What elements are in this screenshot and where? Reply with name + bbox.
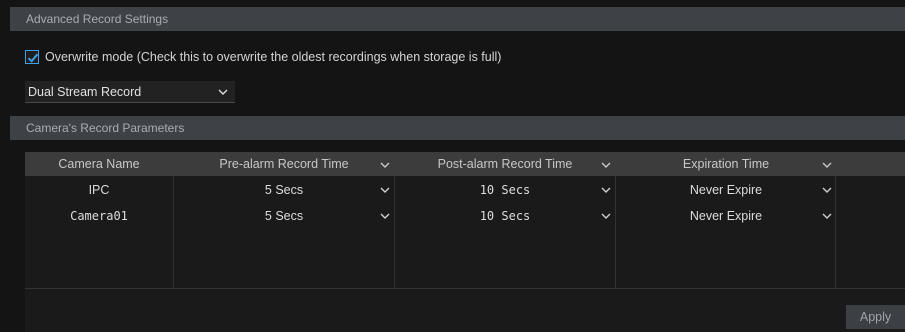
chevron-down-icon bbox=[218, 89, 228, 95]
camera-name-cell: IPC bbox=[88, 183, 110, 197]
chevron-down-icon[interactable] bbox=[380, 213, 390, 219]
pre-alarm-select[interactable]: 5 Secs bbox=[174, 209, 394, 223]
overwrite-mode-checkbox[interactable] bbox=[25, 50, 39, 64]
column-header-post-alarm: Post-alarm Record Time bbox=[437, 157, 573, 171]
chevron-down-icon[interactable] bbox=[822, 187, 832, 193]
apply-button[interactable]: Apply bbox=[846, 305, 905, 329]
check-icon bbox=[27, 53, 39, 63]
column-header-camera-name: Camera Name bbox=[58, 157, 140, 171]
section-title: Camera's Record Parameters bbox=[26, 121, 185, 135]
chevron-down-icon[interactable] bbox=[822, 213, 832, 219]
post-alarm-select[interactable]: 10 Secs bbox=[395, 209, 615, 223]
section-header-camera-record-parameters: Camera's Record Parameters bbox=[10, 116, 905, 140]
table-header-row: Camera Name Pre-alarm Record Time Post-a… bbox=[25, 152, 905, 176]
column-header-expiration: Expiration Time bbox=[682, 157, 770, 171]
table-bottom-border bbox=[25, 288, 905, 289]
camera-record-table: Camera Name Pre-alarm Record Time Post-a… bbox=[25, 152, 905, 332]
chevron-down-icon[interactable] bbox=[601, 162, 611, 168]
chevron-down-icon[interactable] bbox=[380, 187, 390, 193]
chevron-down-icon[interactable] bbox=[601, 187, 611, 193]
chevron-down-icon[interactable] bbox=[601, 213, 611, 219]
expiration-select[interactable]: Never Expire bbox=[616, 209, 836, 223]
post-alarm-select[interactable]: 10 Secs bbox=[395, 183, 615, 197]
overwrite-mode-label: Overwrite mode (Check this to overwrite … bbox=[45, 50, 502, 64]
stream-record-value: Dual Stream Record bbox=[28, 85, 142, 99]
camera-name-cell: Camera01 bbox=[70, 209, 128, 223]
chevron-down-icon[interactable] bbox=[822, 162, 832, 168]
stream-record-select[interactable]: Dual Stream Record bbox=[25, 81, 235, 103]
chevron-down-icon[interactable] bbox=[380, 162, 390, 168]
table-row: IPC 5 Secs 10 Secs Never Expire bbox=[25, 178, 905, 202]
pre-alarm-select[interactable]: 5 Secs bbox=[174, 183, 394, 197]
expiration-select[interactable]: Never Expire bbox=[616, 183, 836, 197]
section-header-advanced-record-settings: Advanced Record Settings bbox=[10, 7, 905, 31]
section-title: Advanced Record Settings bbox=[26, 12, 169, 26]
table-row: Camera01 5 Secs 10 Secs Never Expire bbox=[25, 204, 905, 228]
column-header-pre-alarm: Pre-alarm Record Time bbox=[219, 157, 349, 171]
